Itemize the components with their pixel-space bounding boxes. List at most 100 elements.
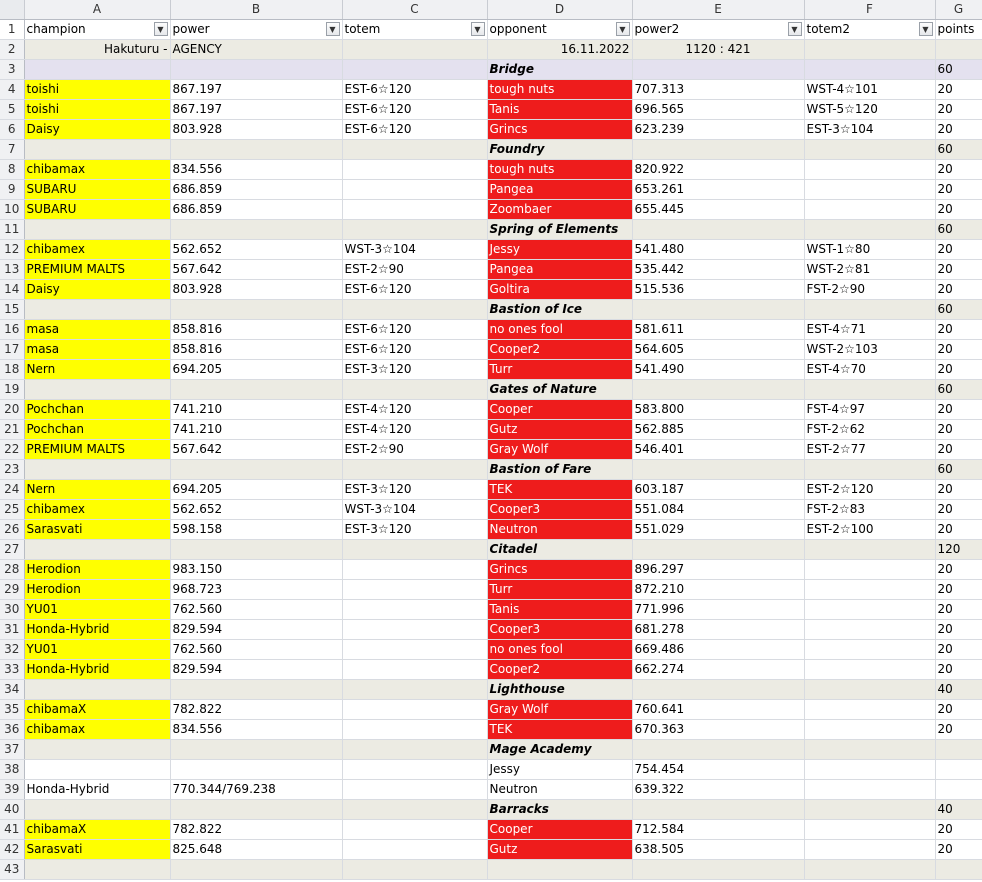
totem-cell[interactable]: EST-6☆120: [342, 319, 488, 340]
points-cell[interactable]: 20: [935, 419, 982, 440]
totem2-cell[interactable]: FST-2☆90: [804, 279, 936, 300]
power-cell[interactable]: 567.642: [170, 439, 343, 460]
row-number[interactable]: 12: [0, 239, 25, 260]
totem-cell[interactable]: [342, 699, 488, 720]
champion-cell[interactable]: Nern: [24, 359, 171, 380]
select-all-corner[interactable]: [0, 0, 25, 20]
row-number[interactable]: 24: [0, 479, 25, 500]
header-cell-power2[interactable]: power2 ▼: [632, 19, 805, 40]
totem2-cell[interactable]: [804, 619, 936, 640]
power2-cell[interactable]: 696.565: [632, 99, 805, 120]
row-number[interactable]: 26: [0, 519, 25, 540]
opponent-cell[interactable]: Cooper3: [487, 619, 633, 640]
power-cell[interactable]: 686.859: [170, 199, 343, 220]
row-number[interactable]: 36: [0, 719, 25, 740]
opponent-cell[interactable]: Cooper: [487, 819, 633, 840]
totem-cell[interactable]: WST-3☆104: [342, 499, 488, 520]
totem-cell[interactable]: EST-2☆90: [342, 439, 488, 460]
empty-cell[interactable]: [632, 859, 805, 880]
power2-cell[interactable]: 551.029: [632, 519, 805, 540]
points-cell[interactable]: 20: [935, 839, 982, 860]
points-cell[interactable]: 20: [935, 279, 982, 300]
row-number[interactable]: 25: [0, 499, 25, 520]
totem2-cell[interactable]: [804, 159, 936, 180]
power-cell[interactable]: 825.648: [170, 839, 343, 860]
opponent-cell[interactable]: Goltira: [487, 279, 633, 300]
points-cell[interactable]: 20: [935, 259, 982, 280]
champion-cell[interactable]: chibamax: [24, 159, 171, 180]
location-points-cell[interactable]: 40: [935, 799, 982, 820]
power-cell[interactable]: 968.723: [170, 579, 343, 600]
champion-cell[interactable]: Herodion: [24, 559, 171, 580]
opponent-cell[interactable]: Cooper3: [487, 499, 633, 520]
opponent-cell[interactable]: Pangea: [487, 179, 633, 200]
empty-cell[interactable]: [804, 459, 936, 480]
row-number[interactable]: 32: [0, 639, 25, 660]
header-cell-champion[interactable]: champion ▼: [24, 19, 171, 40]
empty-cell[interactable]: [342, 299, 488, 320]
power2-cell[interactable]: 515.536: [632, 279, 805, 300]
totem2-cell[interactable]: EST-2☆120: [804, 479, 936, 500]
empty-cell[interactable]: [24, 679, 171, 700]
totem2-cell[interactable]: FST-2☆62: [804, 419, 936, 440]
empty-cell[interactable]: [804, 39, 936, 60]
power-cell[interactable]: 834.556: [170, 159, 343, 180]
row-number[interactable]: 18: [0, 359, 25, 380]
guild-name-cell[interactable]: AGENCY: [170, 39, 343, 60]
location-name-cell[interactable]: Barracks: [487, 799, 633, 820]
power-cell[interactable]: 867.197: [170, 79, 343, 100]
opponent-cell[interactable]: Cooper2: [487, 339, 633, 360]
empty-cell[interactable]: [804, 539, 936, 560]
empty-cell[interactable]: [170, 739, 343, 760]
opponent-cell[interactable]: tough nuts: [487, 159, 633, 180]
champion-cell[interactable]: YU01: [24, 639, 171, 660]
champion-cell[interactable]: Honda-Hybrid: [24, 619, 171, 640]
empty-cell[interactable]: [804, 379, 936, 400]
points-cell[interactable]: 20: [935, 619, 982, 640]
location-points-cell[interactable]: 60: [935, 299, 982, 320]
empty-cell[interactable]: [170, 539, 343, 560]
empty-cell[interactable]: [804, 739, 936, 760]
opponent-cell[interactable]: Turr: [487, 359, 633, 380]
power2-cell[interactable]: 623.239: [632, 119, 805, 140]
column-header-a[interactable]: A: [24, 0, 171, 20]
points-cell[interactable]: 20: [935, 79, 982, 100]
totem2-cell[interactable]: WST-2☆81: [804, 259, 936, 280]
row-number[interactable]: 8: [0, 159, 25, 180]
header-cell-totem[interactable]: totem ▼: [342, 19, 488, 40]
power2-cell[interactable]: 653.261: [632, 179, 805, 200]
header-cell-opponent[interactable]: opponent ▼: [487, 19, 633, 40]
empty-cell[interactable]: [342, 219, 488, 240]
opponent-cell[interactable]: Tanis: [487, 599, 633, 620]
totem-cell[interactable]: [342, 719, 488, 740]
power-cell[interactable]: [170, 759, 343, 780]
empty-cell[interactable]: [804, 139, 936, 160]
power2-cell[interactable]: 541.490: [632, 359, 805, 380]
totem2-cell[interactable]: EST-2☆100: [804, 519, 936, 540]
row-number[interactable]: 37: [0, 739, 25, 760]
filter-dropdown-icon[interactable]: ▼: [615, 22, 630, 36]
totem-cell[interactable]: EST-6☆120: [342, 339, 488, 360]
power2-cell[interactable]: 662.274: [632, 659, 805, 680]
row-number[interactable]: 7: [0, 139, 25, 160]
empty-cell[interactable]: [804, 59, 936, 80]
row-number[interactable]: 2: [0, 39, 25, 60]
header-cell-power[interactable]: power ▼: [170, 19, 343, 40]
location-points-cell[interactable]: 60: [935, 219, 982, 240]
totem2-cell[interactable]: [804, 559, 936, 580]
power2-cell[interactable]: 581.611: [632, 319, 805, 340]
row-number[interactable]: 4: [0, 79, 25, 100]
champion-cell[interactable]: chibamex: [24, 499, 171, 520]
points-cell[interactable]: 20: [935, 639, 982, 660]
champion-cell[interactable]: Pochchan: [24, 419, 171, 440]
points-cell[interactable]: 20: [935, 719, 982, 740]
points-cell[interactable]: 20: [935, 519, 982, 540]
power2-cell[interactable]: 603.187: [632, 479, 805, 500]
empty-cell[interactable]: [804, 219, 936, 240]
empty-cell[interactable]: [804, 859, 936, 880]
opponent-cell[interactable]: Turr: [487, 579, 633, 600]
champion-cell[interactable]: Daisy: [24, 279, 171, 300]
location-name-cell[interactable]: [487, 859, 633, 880]
points-cell[interactable]: 20: [935, 819, 982, 840]
empty-cell[interactable]: [342, 459, 488, 480]
